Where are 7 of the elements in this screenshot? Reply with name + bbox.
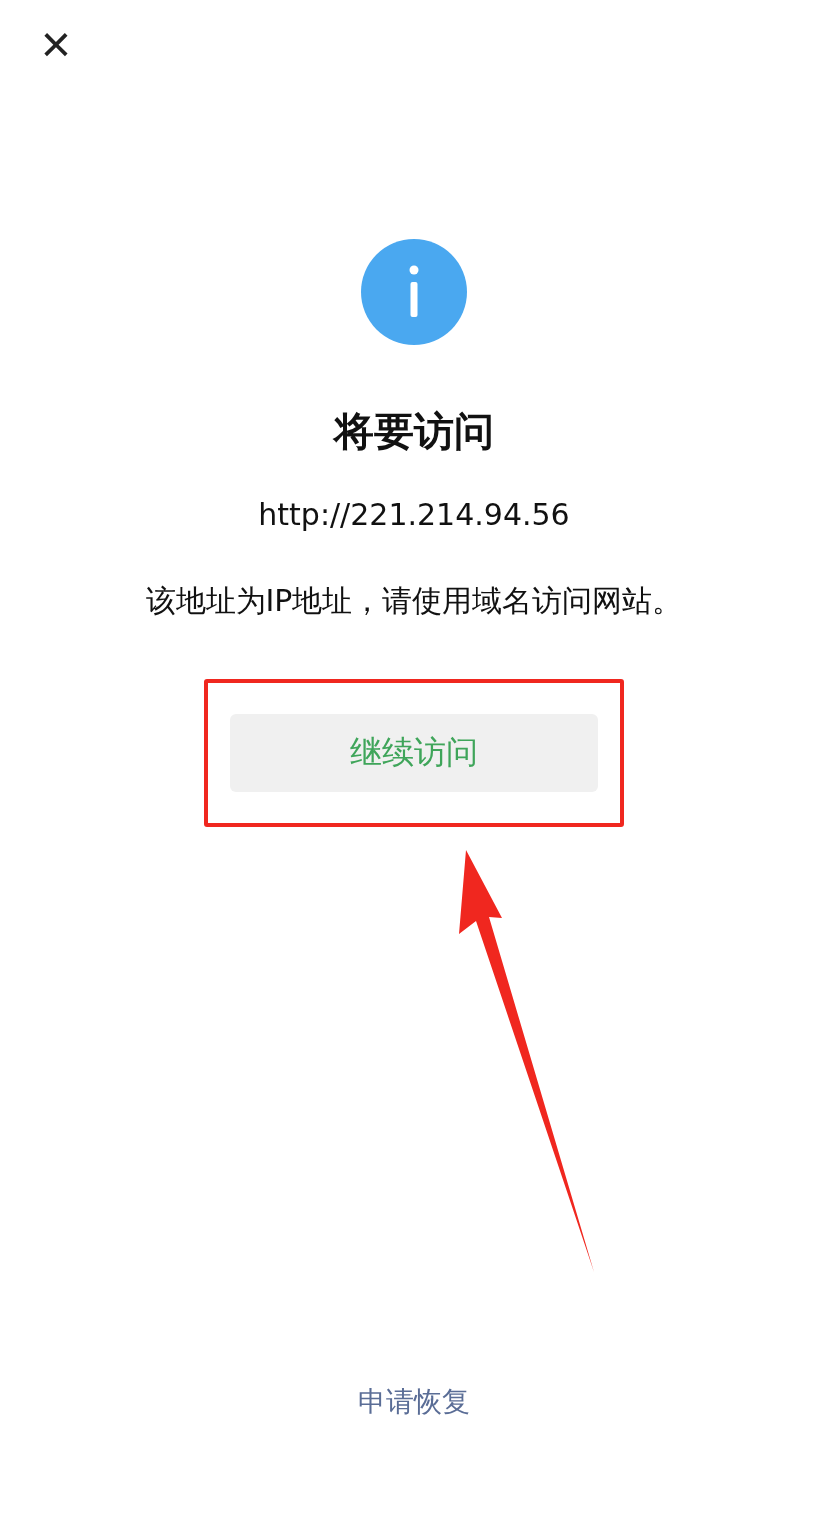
url-text: http://221.214.94.56 <box>258 497 570 533</box>
warning-message: 该地址为IP地址，请使用域名访问网站。 <box>145 583 683 619</box>
continue-button[interactable]: 继续访问 <box>230 714 598 792</box>
page-title: 将要访问 <box>334 407 494 455</box>
appeal-link[interactable]: 申请恢复 <box>358 1383 470 1421</box>
close-button[interactable]: × <box>34 22 78 66</box>
info-icon <box>361 239 467 345</box>
